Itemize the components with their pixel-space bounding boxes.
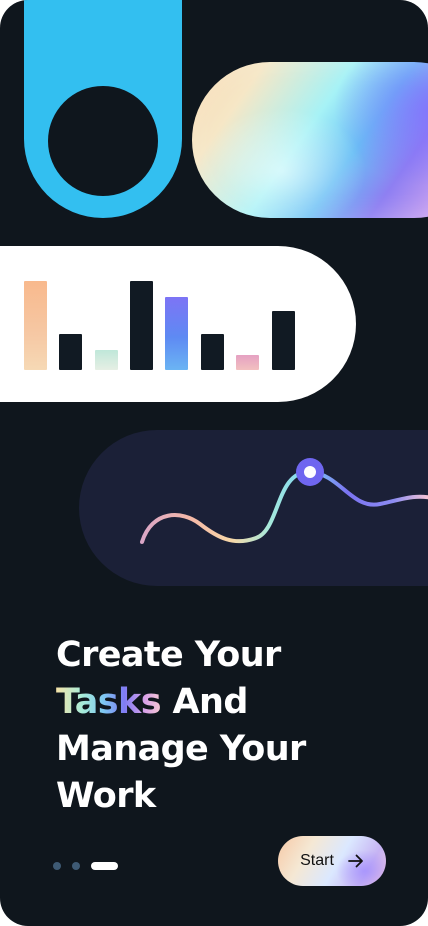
line-chart-card (79, 430, 428, 586)
page-dot-2[interactable] (72, 862, 80, 870)
bar-chart-illustration (24, 276, 304, 370)
title-line-2-rest: And (160, 682, 249, 722)
chart-bar (272, 311, 295, 370)
holographic-pill-shape (192, 62, 428, 218)
start-button-label: Start (300, 852, 334, 869)
title-line-4: Work (56, 776, 156, 816)
onboarding-title: Create Your Tasks And Manage Your Work (56, 632, 306, 820)
chart-bar (201, 334, 224, 370)
title-highlight-word: Tasks (56, 682, 162, 722)
chart-bar (59, 334, 82, 370)
chart-bar (236, 355, 259, 370)
start-button[interactable]: Start (278, 836, 386, 886)
title-line-1: Create Your (56, 635, 281, 675)
chart-bar (165, 297, 188, 370)
title-line-3: Manage Your (56, 729, 306, 769)
chart-bar (95, 350, 118, 370)
chart-bar (24, 281, 47, 370)
title-line-2: Tasks And (56, 679, 306, 726)
blue-ring-hole (48, 86, 158, 196)
chart-bar (130, 281, 153, 370)
onboarding-screen: Create Your Tasks And Manage Your Work S… (0, 0, 428, 926)
arrow-right-icon (347, 854, 364, 868)
page-dot-3-active[interactable] (91, 862, 118, 870)
page-dot-1[interactable] (53, 862, 61, 870)
